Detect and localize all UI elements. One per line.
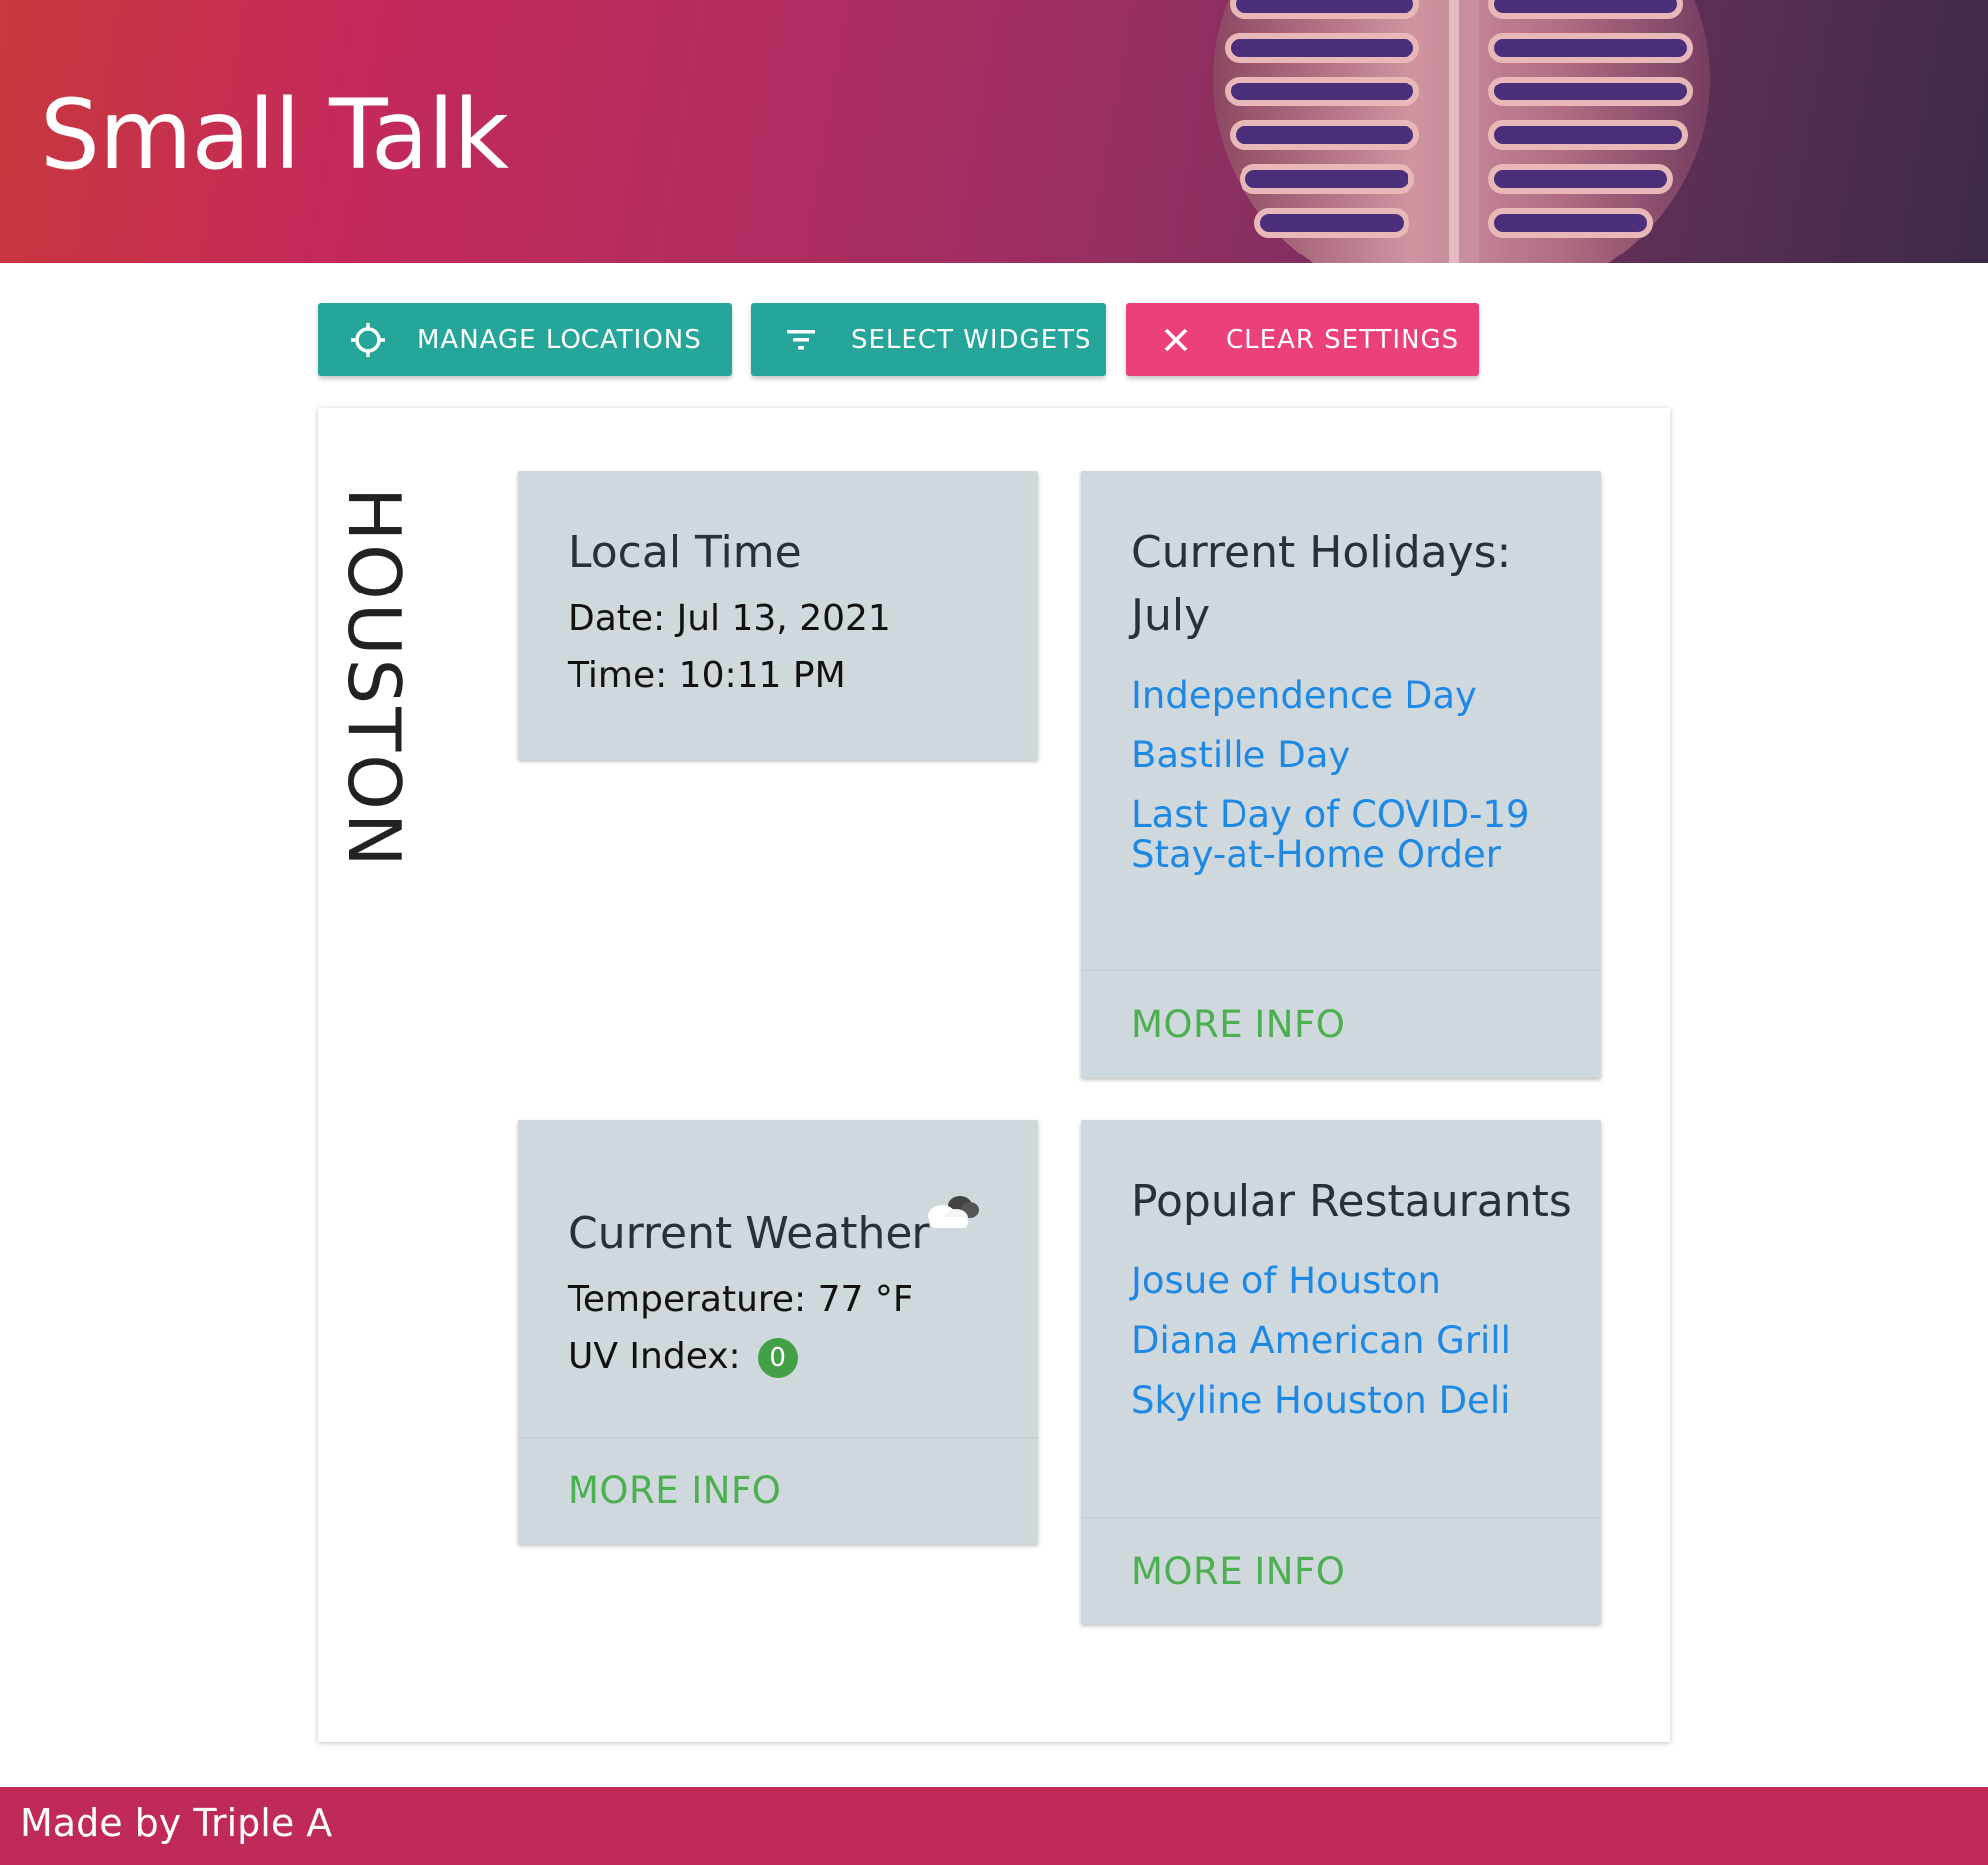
holidays-list: Independence Day Bastille Day Last Day o… — [1131, 676, 1559, 875]
filter-icon — [781, 320, 821, 360]
restaurants-more-info-link[interactable]: MORE INFO — [1131, 1550, 1345, 1593]
app-title: Small Talk — [40, 80, 509, 191]
clear-settings-label: CLEAR SETTINGS — [1226, 324, 1460, 355]
weather-more-info-link[interactable]: MORE INFO — [568, 1469, 781, 1512]
crosshair-icon — [348, 320, 388, 360]
microphone-image — [1213, 0, 1710, 263]
restaurants-list: Josue of Houston Diana American Grill Sk… — [1131, 1262, 1578, 1421]
uv-index-label: UV Index: — [568, 1336, 741, 1377]
local-date: Date: Jul 13, 2021 — [568, 598, 891, 639]
restaurants-card-action: MORE INFO — [1081, 1517, 1601, 1624]
restaurants-title: Popular Restaurants — [1131, 1176, 1572, 1227]
holidays-card-action: MORE INFO — [1081, 970, 1601, 1078]
clear-settings-button[interactable]: CLEAR SETTINGS — [1126, 303, 1479, 376]
holiday-link[interactable]: Independence Day — [1131, 676, 1559, 716]
restaurant-link[interactable]: Josue of Houston — [1131, 1262, 1578, 1301]
restaurants-card: Popular Restaurants Josue of Houston Dia… — [1081, 1120, 1601, 1624]
holiday-link[interactable]: Bastille Day — [1131, 736, 1559, 775]
restaurant-link[interactable]: Diana American Grill — [1131, 1321, 1578, 1361]
restaurant-link[interactable]: Skyline Houston Deli — [1131, 1381, 1578, 1421]
weather-title: Current Weather — [568, 1208, 930, 1259]
holidays-more-info-link[interactable]: MORE INFO — [1131, 1003, 1345, 1046]
holidays-title: Current Holidays: July — [1131, 521, 1559, 648]
header-banner: Small Talk — [0, 0, 1988, 263]
footer: Made by Triple A — [0, 1787, 1988, 1865]
select-widgets-label: SELECT WIDGETS — [851, 324, 1092, 355]
manage-locations-label: MANAGE LOCATIONS — [417, 324, 702, 355]
holidays-card: Current Holidays: July Independence Day … — [1081, 471, 1601, 1078]
local-time: Time: 10:11 PM — [568, 655, 846, 696]
holidays-title-line2: July — [1131, 591, 1211, 641]
footer-credit: Made by Triple A — [20, 1801, 333, 1845]
weather-card: Current Weather Temperature: 77 °F UV In… — [518, 1120, 1038, 1544]
holiday-link[interactable]: Last Day of COVID-19 Stay-at-Home Order — [1131, 795, 1559, 875]
weather-card-action: MORE INFO — [518, 1437, 1038, 1544]
manage-locations-button[interactable]: MANAGE LOCATIONS — [318, 303, 732, 376]
local-time-title: Local Time — [568, 527, 802, 578]
uv-index-row: UV Index: 0 — [568, 1328, 930, 1385]
holidays-title-line1: Current Holidays: — [1131, 527, 1512, 578]
close-icon — [1156, 320, 1196, 360]
select-widgets-button[interactable]: SELECT WIDGETS — [751, 303, 1106, 376]
uv-index-badge: 0 — [757, 1338, 798, 1378]
city-name: HOUSTON — [332, 487, 415, 870]
local-time-card: Local Time Date: Jul 13, 2021 Time: 10:1… — [518, 471, 1038, 760]
weather-temperature: Temperature: 77 °F — [568, 1279, 913, 1320]
